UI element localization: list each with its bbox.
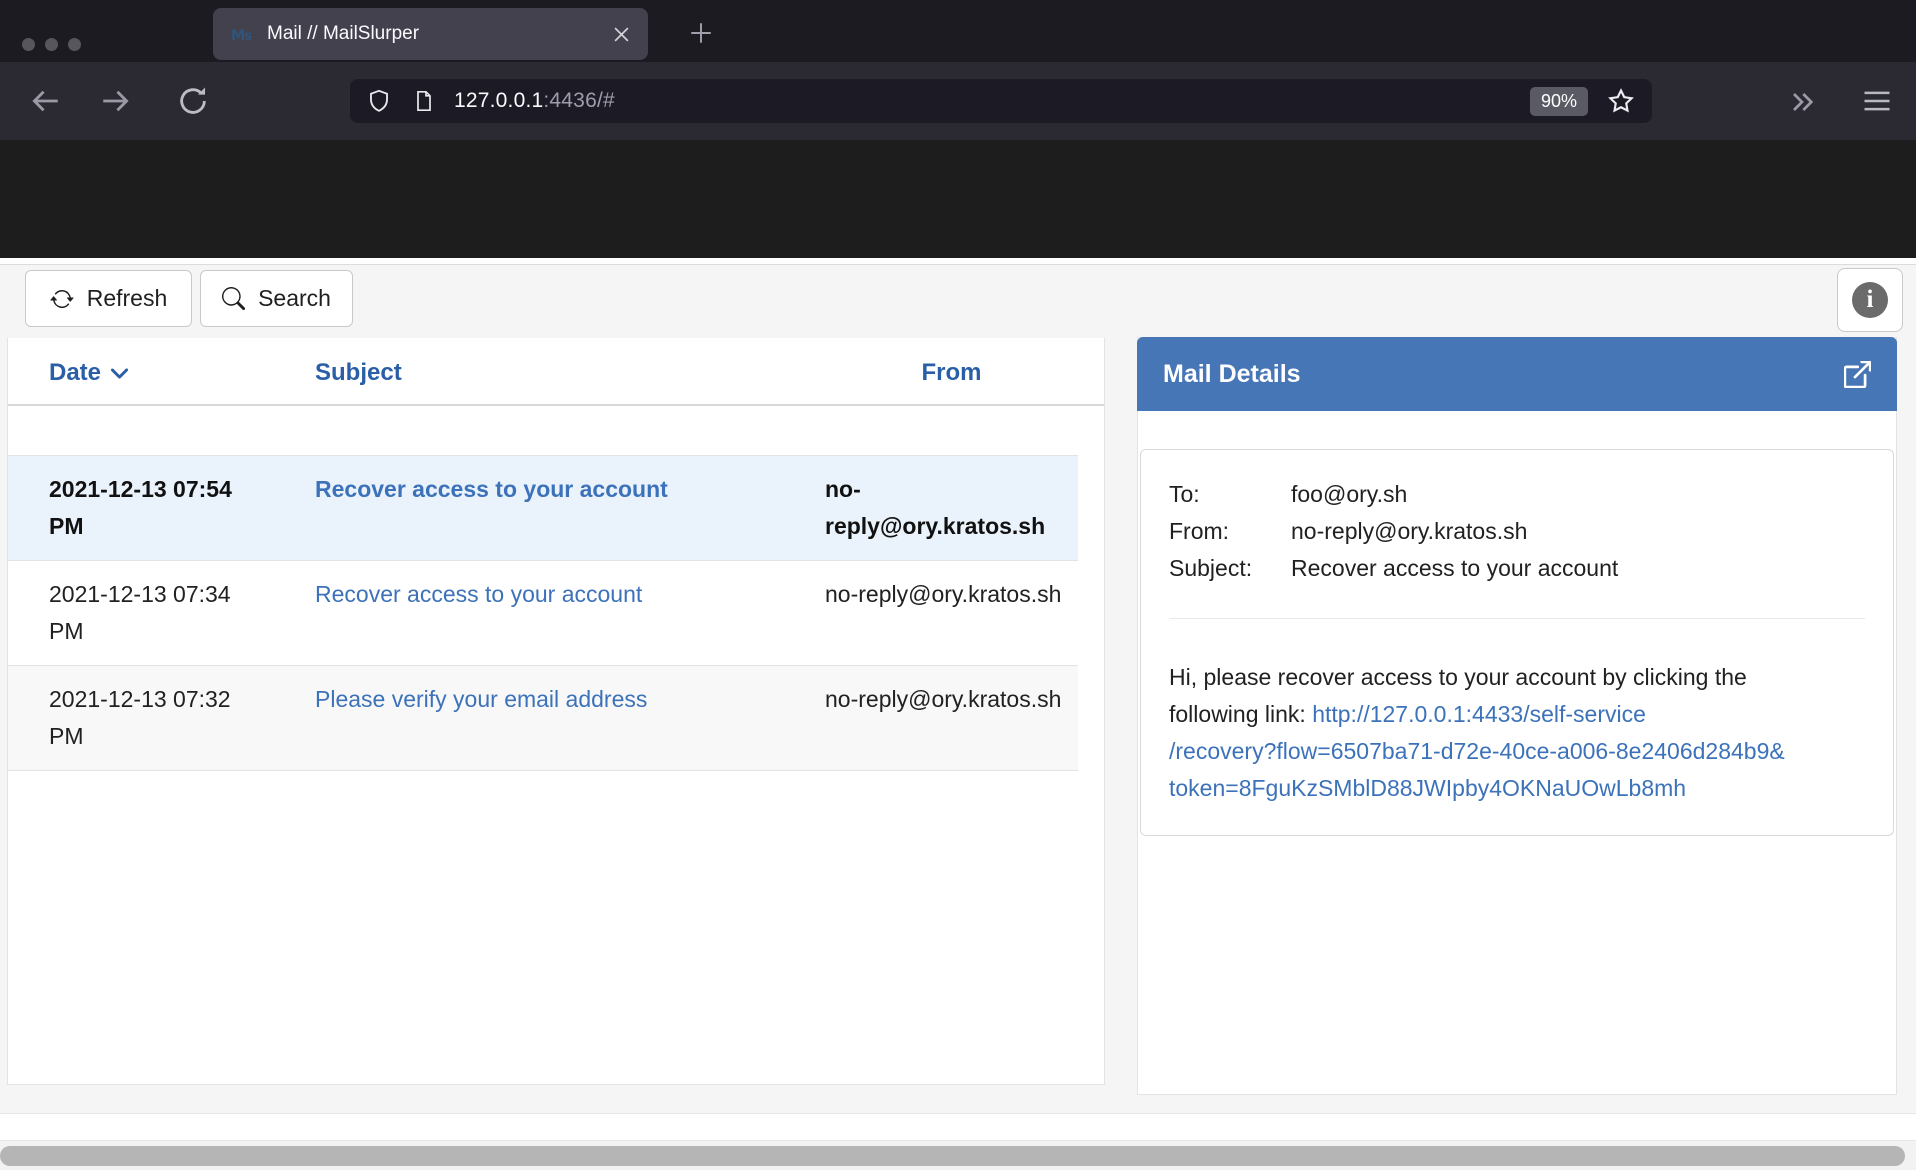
plus-icon — [688, 20, 714, 46]
subject-label: Subject: — [1169, 550, 1291, 587]
mail-details-header: Mail Details — [1137, 337, 1897, 411]
mail-row[interactable]: 2021-12-13 07:54 PM Recover access to yo… — [8, 455, 1078, 560]
search-icon — [222, 287, 245, 310]
mail-row-subject-link[interactable]: Recover access to your account — [315, 581, 642, 607]
url-host: 127.0.0.1 — [454, 89, 543, 112]
subject-value: Recover access to your account — [1291, 550, 1865, 587]
page-content: Refresh Search i Date Subject From — [0, 258, 1916, 1170]
mail-list-pane: Date Subject From 2021-12-13 07:54 PM Re… — [7, 338, 1105, 1085]
to-value: foo@ory.sh — [1291, 476, 1865, 513]
forward-button[interactable] — [99, 84, 133, 118]
browser-tab-strip: Mail // MailSlurper — [0, 0, 1916, 62]
open-external-icon[interactable] — [1844, 361, 1871, 388]
card-divider — [1169, 618, 1865, 619]
page-info-icon[interactable] — [412, 89, 436, 113]
horizontal-scrollbar[interactable] — [0, 1141, 1916, 1170]
mail-rows: 2021-12-13 07:54 PM Recover access to yo… — [8, 455, 1078, 771]
reload-icon — [176, 84, 210, 118]
header-divider — [8, 404, 1104, 406]
reload-button[interactable] — [176, 84, 210, 118]
mail-meta: To: foo@ory.sh From: no-reply@ory.kratos… — [1169, 476, 1865, 587]
double-chevron-icon — [1786, 86, 1818, 118]
column-header-date[interactable]: Date — [8, 354, 315, 392]
back-arrow-icon — [28, 84, 62, 118]
mail-row-from: no-reply@ory.kratos.sh — [825, 576, 1078, 650]
url-text[interactable]: 127.0.0.1:4436/# — [454, 89, 615, 113]
from-value: no-reply@ory.kratos.sh — [1291, 513, 1865, 550]
column-header-subject[interactable]: Subject — [315, 354, 825, 392]
mail-row-date: 2021-12-13 07:54 PM — [8, 471, 315, 545]
refresh-button-label: Refresh — [87, 285, 168, 312]
refresh-button[interactable]: Refresh — [25, 270, 192, 327]
forward-arrow-icon — [99, 84, 133, 118]
mail-details-title: Mail Details — [1163, 360, 1844, 389]
mail-row-date: 2021-12-13 07:34 PM — [8, 576, 315, 650]
column-header-from[interactable]: From — [825, 354, 1078, 392]
search-button[interactable]: Search — [200, 270, 353, 327]
mail-list-header: Date Subject From — [8, 338, 1104, 392]
tab-favicon-mailslurper-icon — [231, 29, 255, 40]
bookmark-star-icon[interactable] — [1606, 86, 1636, 116]
mail-body: Hi, please recover access to your accoun… — [1169, 659, 1865, 807]
shield-icon[interactable] — [366, 88, 392, 114]
content-divider — [0, 258, 1916, 265]
browser-toolbar: 127.0.0.1:4436/# 90% — [0, 62, 1916, 140]
hamburger-menu-icon — [1862, 88, 1892, 114]
app-menu-button[interactable] — [1862, 88, 1892, 114]
browser-tab[interactable]: Mail // MailSlurper — [213, 8, 648, 60]
body-text-line2: following link: — [1169, 701, 1312, 727]
to-label: To: — [1169, 476, 1291, 513]
chevron-down-icon — [110, 364, 129, 383]
horizontal-scrollbar-thumb[interactable] — [0, 1146, 1905, 1166]
window-controls[interactable] — [22, 38, 81, 51]
url-bar[interactable]: 127.0.0.1:4436/# 90% — [350, 79, 1652, 123]
browser-window: Mail // MailSlurper — [0, 0, 1916, 1170]
mail-row-from: no-reply@ory.kratos.sh — [825, 471, 1078, 545]
mail-row-subject-link[interactable]: Recover access to your account — [315, 476, 668, 502]
zoom-level-badge[interactable]: 90% — [1530, 87, 1588, 116]
tab-close-icon[interactable] — [613, 26, 630, 43]
bottom-band — [0, 1113, 1916, 1141]
mail-details-pane: Mail Details To: foo@ory.sh From: no-rep… — [1137, 337, 1897, 1095]
mail-row[interactable]: 2021-12-13 07:34 PM Recover access to yo… — [8, 560, 1078, 665]
refresh-icon — [50, 287, 74, 311]
search-button-label: Search — [258, 285, 331, 312]
body-text-line1: Hi, please recover access to your accoun… — [1169, 664, 1747, 690]
mail-row-from: no-reply@ory.kratos.sh — [825, 681, 1078, 755]
info-button[interactable]: i — [1837, 268, 1903, 332]
mail-row-date: 2021-12-13 07:32 PM — [8, 681, 315, 755]
overflow-menu-button[interactable] — [1786, 86, 1818, 118]
info-icon: i — [1852, 282, 1888, 318]
back-button[interactable] — [28, 84, 62, 118]
from-label: From: — [1169, 513, 1291, 550]
url-port-path: :4436/# — [543, 89, 614, 112]
mail-row[interactable]: 2021-12-13 07:32 PM Please verify your e… — [8, 665, 1078, 771]
app-navbar: ⚙ — [0, 140, 1916, 258]
mail-row-subject-link[interactable]: Please verify your email address — [315, 686, 647, 712]
mail-details-card: To: foo@ory.sh From: no-reply@ory.kratos… — [1140, 449, 1894, 836]
tab-title: Mail // MailSlurper — [267, 23, 613, 45]
new-tab-button[interactable] — [686, 18, 716, 48]
